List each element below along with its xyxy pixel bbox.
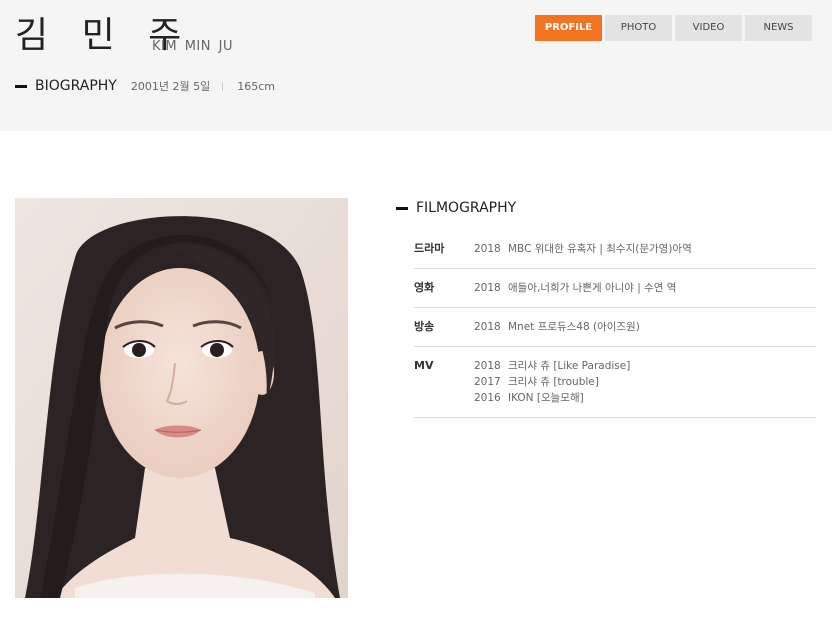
profile-photo bbox=[15, 198, 348, 598]
biography-label: BIOGRAPHY bbox=[35, 78, 117, 94]
profile-header: 김 민 주 KIM MIN JU BIOGRAPHY 2001년 2월 5일 1… bbox=[0, 0, 832, 131]
filmography-entry: 2018 Mnet 프로듀스48 (아이즈원) bbox=[474, 319, 816, 335]
filmography-heading: FILMOGRAPHY bbox=[396, 198, 816, 218]
entry-year: 2018 bbox=[474, 243, 501, 255]
separator bbox=[222, 81, 224, 91]
filmography-row-broadcast: 방송 2018 Mnet 프로듀스48 (아이즈원) bbox=[414, 308, 816, 347]
filmography-entry: 2018 애들아,너희가 나쁜게 아니야 | 수연 역 bbox=[474, 280, 816, 296]
entry-text: IKON [오늘모해] bbox=[508, 392, 584, 404]
name-english: KIM MIN JU bbox=[152, 39, 233, 54]
entry-year: 2016 bbox=[474, 392, 501, 404]
section-dash bbox=[15, 84, 27, 88]
tab-video[interactable]: VIDEO bbox=[675, 15, 742, 41]
entry-list: 2018 크리샤 츄 [Like Paradise] 2017 크리샤 츄 [tro… bbox=[474, 358, 816, 406]
entry-year: 2018 bbox=[474, 321, 501, 333]
section-dash bbox=[396, 206, 408, 210]
filmography-title: FILMOGRAPHY bbox=[416, 200, 517, 216]
entry-list: 2018 MBC 위대한 유혹자 | 최수지(문가영)아역 bbox=[474, 241, 816, 257]
entry-list: 2018 애들아,너희가 나쁜게 아니야 | 수연 역 bbox=[474, 280, 816, 296]
filmography-row-drama: 드라마 2018 MBC 위대한 유혹자 | 최수지(문가영)아역 bbox=[414, 230, 816, 269]
portrait-illustration bbox=[15, 198, 348, 598]
filmography-entry: 2018 크리샤 츄 [Like Paradise] bbox=[474, 358, 816, 374]
entry-year: 2017 bbox=[474, 376, 501, 388]
filmography-row-mv: MV 2018 크리샤 츄 [Like Paradise] 2017 크리샤 츄 [… bbox=[414, 347, 816, 418]
tab-photo[interactable]: PHOTO bbox=[605, 15, 672, 41]
filmography-row-movie: 영화 2018 애들아,너희가 나쁜게 아니야 | 수연 역 bbox=[414, 269, 816, 308]
filmography-list: 드라마 2018 MBC 위대한 유혹자 | 최수지(문가영)아역 영화 2018… bbox=[414, 230, 816, 418]
category-label: MV bbox=[414, 359, 434, 372]
entry-text: MBC 위대한 유혹자 | 최수지(문가영)아역 bbox=[508, 243, 692, 255]
entry-text: 애들아,너희가 나쁜게 아니야 | 수연 역 bbox=[508, 282, 677, 294]
entry-year: 2018 bbox=[474, 360, 501, 372]
category-label: 방송 bbox=[414, 320, 435, 333]
entry-text: 크리샤 츄 [trouble] bbox=[508, 376, 599, 388]
category-label: 영화 bbox=[414, 281, 435, 294]
category-label: 드라마 bbox=[414, 242, 445, 255]
entry-text: 크리샤 츄 [Like Paradise] bbox=[508, 360, 631, 372]
filmography-section: FILMOGRAPHY 드라마 2018 MBC 위대한 유혹자 | 최수지(문가… bbox=[396, 198, 816, 418]
birth-date: 2001년 2월 5일 bbox=[130, 80, 211, 93]
entry-text: Mnet 프로듀스48 (아이즈원) bbox=[508, 321, 640, 333]
tab-profile[interactable]: PROFILE bbox=[535, 15, 602, 41]
entry-year: 2018 bbox=[474, 282, 501, 294]
biography-row: BIOGRAPHY 2001년 2월 5일 165cm bbox=[15, 76, 275, 96]
filmography-entry: 2017 크리샤 츄 [trouble] bbox=[474, 374, 816, 390]
filmography-entry: 2016 IKON [오늘모해] bbox=[474, 390, 816, 406]
height: 165cm bbox=[237, 79, 275, 93]
tab-news[interactable]: NEWS bbox=[745, 15, 812, 41]
entry-list: 2018 Mnet 프로듀스48 (아이즈원) bbox=[474, 319, 816, 335]
filmography-entry: 2018 MBC 위대한 유혹자 | 최수지(문가영)아역 bbox=[474, 241, 816, 257]
profile-tabs: PROFILE PHOTO VIDEO NEWS bbox=[535, 15, 815, 41]
